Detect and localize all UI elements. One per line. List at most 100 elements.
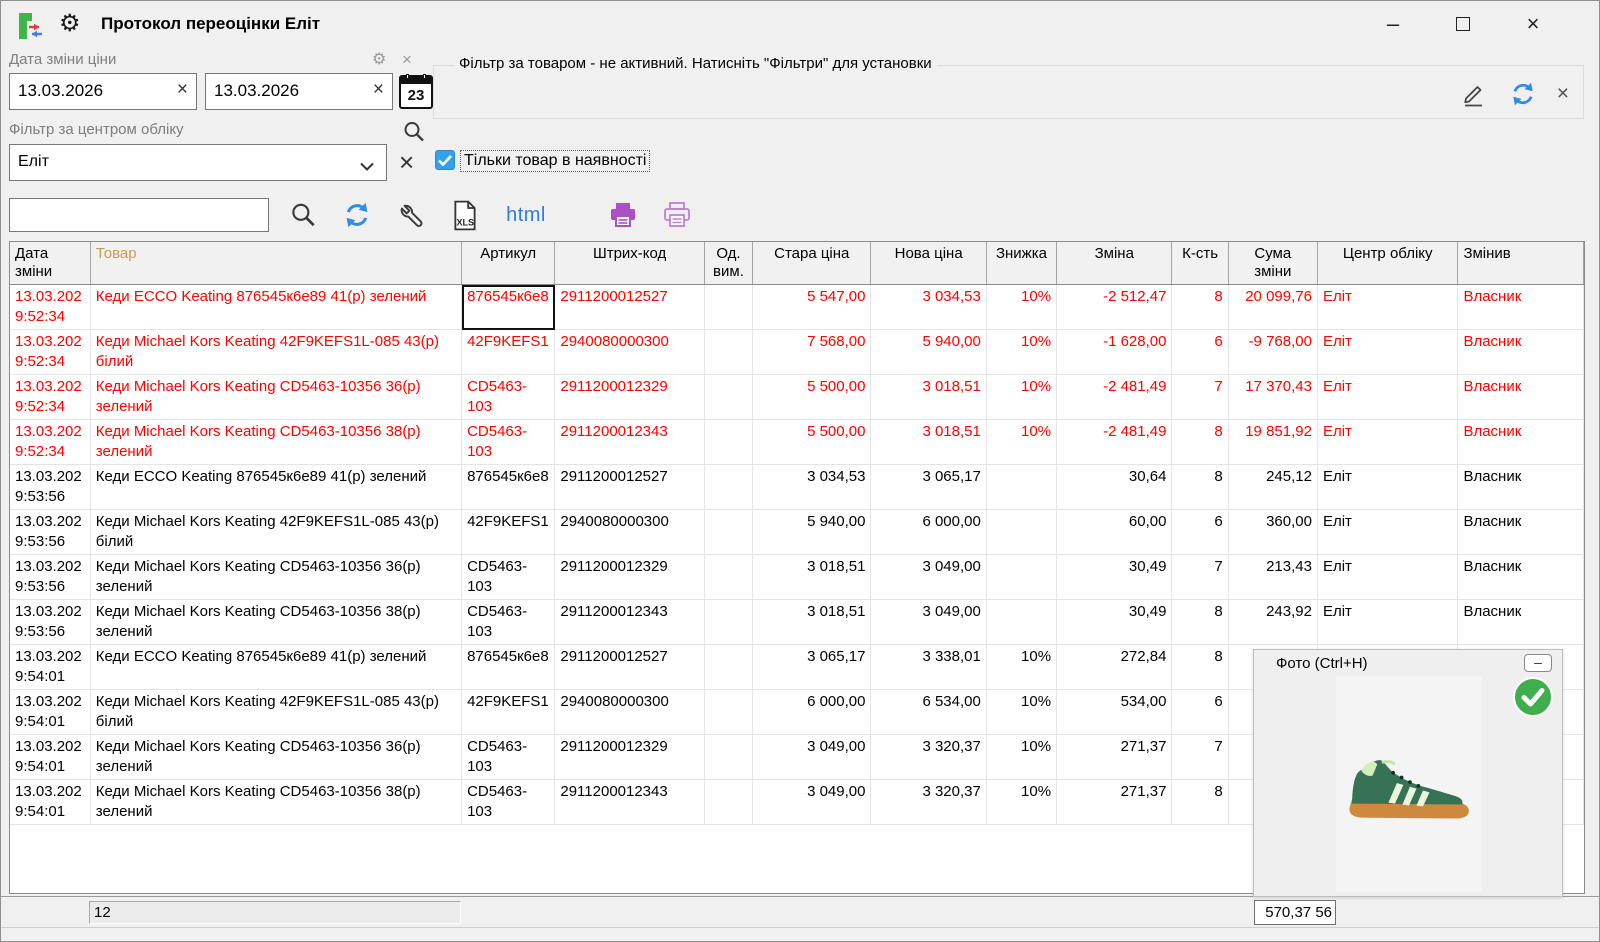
close-button[interactable]: × bbox=[1511, 7, 1555, 41]
in-stock-checkbox-label[interactable]: Тільки товар в наявності bbox=[460, 150, 650, 172]
table-cell[interactable]: 13.03.202 9:54:01 bbox=[10, 645, 90, 690]
export-xls-button[interactable]: XLS bbox=[449, 199, 481, 231]
table-cell[interactable]: 876545к6е8 bbox=[462, 465, 555, 510]
table-cell[interactable]: Кеди Michael Kors Keating CD5463-10356 3… bbox=[90, 420, 461, 465]
clear-filter-button[interactable]: × bbox=[1557, 81, 1569, 107]
table-cell[interactable]: -9 768,00 bbox=[1228, 330, 1317, 375]
table-cell[interactable] bbox=[986, 465, 1056, 510]
table-cell[interactable]: 3 320,37 bbox=[871, 780, 986, 825]
refresh-filter-button[interactable] bbox=[1507, 78, 1539, 110]
table-cell[interactable]: 3 034,53 bbox=[871, 285, 986, 330]
table-cell[interactable]: 20 099,76 bbox=[1228, 285, 1317, 330]
table-cell[interactable]: Еліт bbox=[1317, 285, 1457, 330]
table-cell[interactable] bbox=[704, 420, 752, 465]
table-cell[interactable]: 42F9KEFS1 bbox=[462, 510, 555, 555]
table-cell[interactable]: 7 bbox=[1172, 555, 1228, 600]
column-header[interactable]: Товар bbox=[90, 242, 461, 285]
table-cell[interactable]: 7 bbox=[1172, 735, 1228, 780]
table-cell[interactable]: 6 bbox=[1172, 690, 1228, 735]
table-cell[interactable]: 42F9KEFS1 bbox=[462, 690, 555, 735]
table-cell[interactable]: CD5463-103 bbox=[462, 600, 555, 645]
table-cell[interactable]: 10% bbox=[986, 375, 1056, 420]
table-cell[interactable]: 6 000,00 bbox=[871, 510, 986, 555]
table-cell[interactable]: 10% bbox=[986, 780, 1056, 825]
table-cell[interactable]: Еліт bbox=[1317, 420, 1457, 465]
table-cell[interactable]: 6 bbox=[1172, 510, 1228, 555]
table-cell[interactable]: 2940080000300 bbox=[555, 690, 705, 735]
table-cell[interactable]: 3 018,51 bbox=[871, 375, 986, 420]
table-cell[interactable]: 7 bbox=[1172, 375, 1228, 420]
table-cell[interactable]: Власник bbox=[1458, 375, 1584, 420]
table-cell[interactable]: 3 049,00 bbox=[753, 735, 871, 780]
table-cell[interactable]: 8 bbox=[1172, 465, 1228, 510]
gear-icon[interactable]: ⚙ bbox=[59, 10, 81, 38]
table-cell[interactable]: Еліт bbox=[1317, 555, 1457, 600]
column-header[interactable]: Од. вим. bbox=[704, 242, 752, 285]
table-cell[interactable]: -2 512,47 bbox=[1057, 285, 1172, 330]
print-button[interactable] bbox=[607, 199, 639, 231]
table-cell[interactable]: 271,37 bbox=[1057, 780, 1172, 825]
settings-button[interactable] bbox=[395, 199, 427, 231]
column-header[interactable]: Змінив bbox=[1458, 242, 1584, 285]
table-cell[interactable]: 2911200012329 bbox=[555, 735, 705, 780]
table-cell[interactable]: Кеди Michael Kors Keating 42F9KEFS1L-085… bbox=[90, 690, 461, 735]
table-cell[interactable]: Кеди Michael Kors Keating CD5463-10356 3… bbox=[90, 555, 461, 600]
calendar-button[interactable]: 23 bbox=[399, 75, 433, 109]
column-header[interactable]: Сума зміни bbox=[1228, 242, 1317, 285]
date-to-clear-icon[interactable]: × bbox=[373, 79, 384, 101]
table-cell[interactable]: 360,00 bbox=[1228, 510, 1317, 555]
table-cell[interactable]: Власник bbox=[1458, 510, 1584, 555]
table-cell[interactable]: 5 500,00 bbox=[753, 420, 871, 465]
date-from-input[interactable]: 13.03.2026 × bbox=[9, 73, 197, 110]
table-cell[interactable]: Еліт bbox=[1317, 510, 1457, 555]
table-cell[interactable]: 3 065,17 bbox=[871, 465, 986, 510]
table-cell[interactable]: 17 370,43 bbox=[1228, 375, 1317, 420]
table-cell[interactable]: 6 000,00 bbox=[753, 690, 871, 735]
table-cell[interactable]: 13.03.202 9:52:34 bbox=[10, 285, 90, 330]
table-cell[interactable]: 13.03.202 9:54:01 bbox=[10, 690, 90, 735]
column-header[interactable]: Артикул bbox=[462, 242, 555, 285]
photo-collapse-button[interactable]: – bbox=[1524, 654, 1552, 672]
table-cell[interactable]: Кеди Michael Kors Keating 42F9KEFS1L-085… bbox=[90, 330, 461, 375]
table-cell[interactable]: 6 bbox=[1172, 330, 1228, 375]
table-cell[interactable]: 2911200012329 bbox=[555, 555, 705, 600]
table-cell[interactable]: -2 481,49 bbox=[1057, 420, 1172, 465]
table-cell[interactable]: CD5463-103 bbox=[462, 375, 555, 420]
table-cell[interactable]: 6 534,00 bbox=[871, 690, 986, 735]
table-cell[interactable]: Еліт bbox=[1317, 330, 1457, 375]
table-cell[interactable]: 30,64 bbox=[1057, 465, 1172, 510]
table-cell[interactable]: 8 bbox=[1172, 645, 1228, 690]
table-cell[interactable]: Власник bbox=[1458, 465, 1584, 510]
date-settings-gear-icon[interactable]: ⚙ bbox=[372, 49, 386, 69]
table-cell[interactable] bbox=[704, 690, 752, 735]
table-cell[interactable]: 245,12 bbox=[1228, 465, 1317, 510]
table-cell[interactable]: 2940080000300 bbox=[555, 510, 705, 555]
table-cell[interactable]: Кеди Michael Kors Keating CD5463-10356 3… bbox=[90, 780, 461, 825]
search-button[interactable] bbox=[287, 199, 319, 231]
table-cell[interactable] bbox=[704, 645, 752, 690]
table-cell[interactable]: -1 628,00 bbox=[1057, 330, 1172, 375]
table-cell[interactable]: 3 065,17 bbox=[753, 645, 871, 690]
table-cell[interactable]: 3 320,37 bbox=[871, 735, 986, 780]
table-cell[interactable]: 13.03.202 9:54:01 bbox=[10, 780, 90, 825]
column-header[interactable]: Зміна bbox=[1057, 242, 1172, 285]
table-cell[interactable]: 13.03.202 9:52:34 bbox=[10, 375, 90, 420]
table-cell[interactable]: 5 500,00 bbox=[753, 375, 871, 420]
table-cell[interactable]: 10% bbox=[986, 285, 1056, 330]
table-cell[interactable]: 876545к6е8 bbox=[462, 285, 555, 330]
table-cell[interactable]: Кеди ECCO Keating 876545к6е89 41(р) зеле… bbox=[90, 645, 461, 690]
print-preview-button[interactable] bbox=[661, 199, 693, 231]
table-cell[interactable]: Еліт bbox=[1317, 375, 1457, 420]
column-header[interactable]: Знижка bbox=[986, 242, 1056, 285]
table-cell[interactable]: 7 568,00 bbox=[753, 330, 871, 375]
table-cell[interactable]: 13.03.202 9:52:34 bbox=[10, 420, 90, 465]
table-cell[interactable]: 19 851,92 bbox=[1228, 420, 1317, 465]
date-from-clear-icon[interactable]: × bbox=[177, 79, 188, 101]
table-cell[interactable]: Власник bbox=[1458, 555, 1584, 600]
export-html-button[interactable]: html bbox=[503, 199, 549, 231]
table-cell[interactable]: Власник bbox=[1458, 330, 1584, 375]
table-cell[interactable]: 3 018,51 bbox=[871, 420, 986, 465]
date-to-input[interactable]: 13.03.2026 × bbox=[205, 73, 393, 110]
table-cell[interactable]: 10% bbox=[986, 735, 1056, 780]
maximize-button[interactable] bbox=[1441, 7, 1485, 41]
